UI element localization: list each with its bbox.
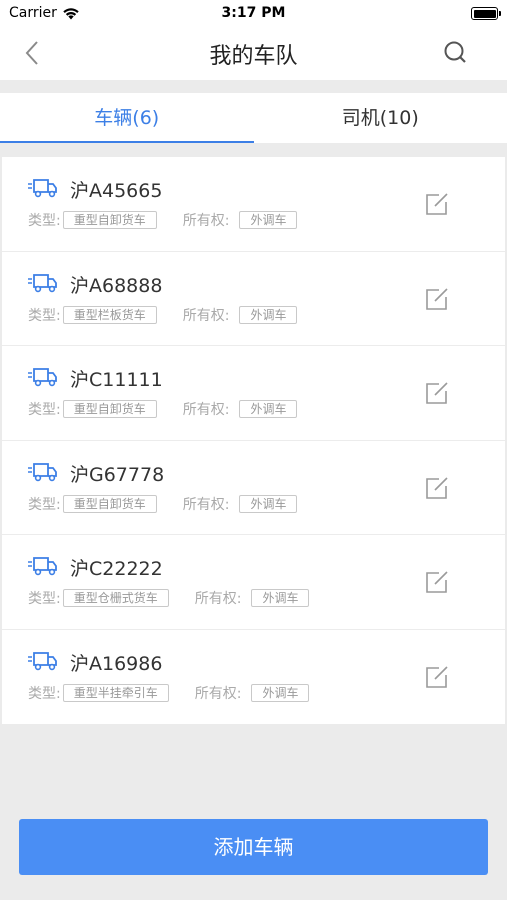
tab-vehicles-label: 车辆(6) — [94, 107, 160, 129]
battery-fill — [473, 9, 496, 18]
screen: Carrier 3:17 PM 我的车队 车辆(6) 司机(10) 沪A4566… — [0, 0, 507, 900]
battery-icon — [471, 7, 501, 20]
vehicle-type-tag: 重型栏板货车 — [62, 305, 157, 324]
type-label: 类型: — [28, 213, 61, 229]
vehicle-plate: 沪A16986 — [70, 652, 163, 675]
ownership-tag: 外调车 — [251, 683, 310, 702]
status-time: 3:17 PM — [221, 5, 286, 21]
status-bar: Carrier 3:17 PM — [0, 0, 507, 26]
vehicle-row[interactable]: 沪C11111 类型: 重型自卸货车 所有权: 外调车 — [2, 346, 505, 441]
vehicle-meta: 类型: 重型自卸货车 所有权: 外调车 — [28, 494, 298, 514]
battery-tip — [499, 11, 501, 16]
ownership-tag: 外调车 — [251, 589, 310, 607]
search-button[interactable] — [441, 38, 471, 68]
ownership-label: 所有权: — [182, 307, 230, 324]
vehicle-plate: 沪A45665 — [70, 180, 163, 202]
edit-icon[interactable] — [424, 664, 450, 690]
vehicle-meta: 类型: 重型半挂牵引车 所有权: 外调车 — [28, 683, 310, 703]
tab-drivers[interactable]: 司机(10) — [254, 93, 507, 143]
nav-bar: 我的车队 — [0, 26, 507, 80]
edit-icon[interactable] — [424, 286, 450, 312]
type-label: 类型: — [28, 685, 61, 702]
edit-icon[interactable] — [424, 569, 450, 595]
ownership-tag: 外调车 — [239, 494, 298, 513]
ownership-tag: 外调车 — [239, 211, 298, 229]
truck-icon — [28, 273, 57, 292]
vehicle-row[interactable]: 沪A68888 类型: 重型栏板货车 所有权: 外调车 — [2, 252, 505, 346]
vehicle-type-tag: 重型仓栅式货车 — [62, 589, 169, 607]
type-label: 类型: — [28, 496, 61, 513]
tab-vehicles[interactable]: 车辆(6) — [0, 93, 254, 143]
truck-icon — [28, 368, 57, 387]
search-icon — [444, 41, 466, 63]
edit-icon[interactable] — [424, 380, 450, 406]
vehicle-type-tag: 重型自卸货车 — [62, 211, 157, 229]
vehicle-row[interactable]: 沪A16986 类型: 重型半挂牵引车 所有权: 外调车 — [2, 630, 505, 725]
type-label: 类型: — [28, 591, 61, 607]
page-title: 我的车队 — [209, 44, 298, 69]
vehicle-meta: 类型: 重型仓栅式货车 所有权: 外调车 — [28, 588, 310, 608]
vehicle-row[interactable]: 沪A45665 类型: 重型自卸货车 所有权: 外调车 — [2, 157, 505, 252]
truck-icon — [28, 557, 57, 576]
edit-icon[interactable] — [424, 475, 450, 501]
vehicle-type-tag: 重型自卸货车 — [62, 400, 157, 418]
vehicle-meta: 类型: 重型自卸货车 所有权: 外调车 — [28, 399, 298, 419]
truck-icon — [28, 462, 57, 481]
type-label: 类型: — [28, 402, 61, 418]
ownership-label: 所有权: — [182, 402, 230, 418]
ownership-label: 所有权: — [194, 591, 242, 607]
tab-drivers-label: 司机(10) — [341, 107, 419, 129]
vehicle-type-tag: 重型自卸货车 — [62, 494, 157, 513]
type-label: 类型: — [28, 307, 61, 324]
vehicle-list: 沪A45665 类型: 重型自卸货车 所有权: 外调车 沪A68888 类型: … — [2, 157, 505, 724]
truck-icon — [28, 651, 57, 670]
ownership-label: 所有权: — [194, 685, 242, 702]
edit-icon[interactable] — [424, 191, 450, 217]
vehicle-row[interactable]: 沪C22222 类型: 重型仓栅式货车 所有权: 外调车 — [2, 535, 505, 630]
vehicle-row[interactable]: 沪G67778 类型: 重型自卸货车 所有权: 外调车 — [2, 441, 505, 535]
vehicle-type-tag: 重型半挂牵引车 — [62, 683, 169, 702]
ownership-tag: 外调车 — [239, 305, 298, 324]
vehicle-meta: 类型: 重型自卸货车 所有权: 外调车 — [28, 210, 298, 230]
vehicle-plate: 沪C22222 — [70, 558, 163, 580]
vehicle-plate: 沪C11111 — [70, 369, 163, 391]
add-vehicle-button[interactable]: 添加车辆 — [19, 819, 488, 875]
truck-icon — [28, 179, 57, 198]
vehicle-plate: 沪G67778 — [70, 463, 165, 486]
ownership-label: 所有权: — [182, 496, 230, 513]
ownership-label: 所有权: — [182, 213, 230, 229]
tab-bar: 车辆(6) 司机(10) — [0, 93, 507, 143]
vehicle-plate: 沪A68888 — [70, 274, 163, 297]
ownership-tag: 外调车 — [239, 400, 298, 418]
vehicle-meta: 类型: 重型栏板货车 所有权: 外调车 — [28, 305, 298, 325]
